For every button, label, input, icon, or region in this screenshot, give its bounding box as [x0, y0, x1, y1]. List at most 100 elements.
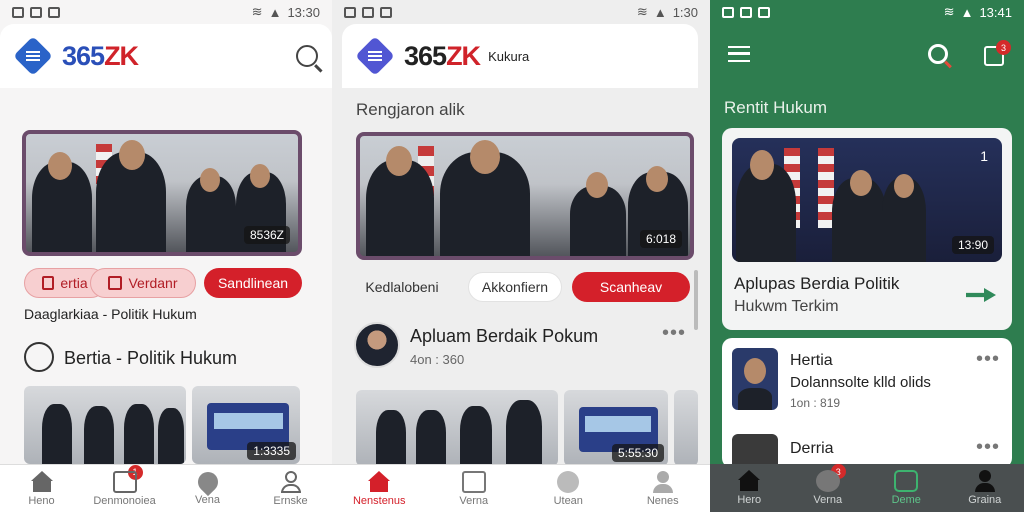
- hero-badge: 8536Z: [243, 226, 290, 244]
- signal-icon: ▲: [268, 4, 282, 20]
- notification-badge: 3: [996, 40, 1011, 55]
- logo-suffix: Kukura: [488, 48, 530, 64]
- app-header: 365ZK: [0, 24, 332, 88]
- tab-button[interactable]: Verdanr: [90, 268, 196, 298]
- person-icon: [651, 470, 675, 493]
- gallery-icon: [380, 6, 392, 18]
- more-options-icon[interactable]: •••: [976, 436, 1000, 459]
- signal-icon: ▲: [960, 4, 974, 20]
- status-bar: ≋ ▲ 1:30: [332, 0, 710, 24]
- more-options-icon[interactable]: •••: [976, 348, 1000, 371]
- tab-latest[interactable]: Kedlalobeni: [352, 272, 452, 302]
- item-subtitle: Dolannsolte klld olids: [790, 374, 931, 391]
- nav-inbox[interactable]: Verna: [438, 470, 510, 507]
- news-thumbnail[interactable]: [674, 390, 698, 466]
- person-icon: [973, 470, 997, 492]
- person-icon: [279, 470, 303, 493]
- home-icon: [737, 470, 761, 492]
- section-title: Bertia - Politik Hukum: [64, 348, 238, 368]
- screen-category: ≋ ▲ 13:41 3 Rentit Hukum 1 13:90 Aplupas B…: [710, 0, 1024, 512]
- action-button[interactable]: Sandlinean: [204, 268, 302, 298]
- nav-profile[interactable]: Ernske: [255, 470, 327, 507]
- wifi-icon: ≋: [943, 4, 955, 19]
- wifi-icon: ≋: [251, 4, 263, 19]
- item-title[interactable]: Hertia: [790, 352, 833, 370]
- hero-image[interactable]: 8536Z: [22, 130, 302, 256]
- news-thumbnail[interactable]: 1:3335: [192, 386, 300, 464]
- featured-card[interactable]: 1 13:90 Aplupas Berdia Politik Hukwm Ter…: [722, 128, 1012, 330]
- news-thumbnail[interactable]: [24, 386, 186, 464]
- app-header: 365ZK Kukura: [342, 24, 698, 88]
- logo-icon: [14, 37, 52, 75]
- thumbnail-badge: 5:55:30: [611, 444, 664, 462]
- nav-chat[interactable]: 3 Verna: [792, 464, 864, 506]
- arrow-right-icon[interactable]: [966, 288, 996, 302]
- news-list: Hertia Dolannsolte klld olids 1on : 819 …: [722, 338, 1012, 474]
- screen-home-1: ≋ ▲ 13:30 365ZK 8536Z ertia Verdanr Sandli…: [0, 0, 332, 512]
- nav-explore[interactable]: Deme: [870, 470, 942, 506]
- status-bar: ≋ ▲ 13:30: [0, 0, 332, 24]
- nav-profile[interactable]: Nenes: [627, 470, 699, 507]
- logo-icon: [356, 37, 394, 75]
- nav-home[interactable]: Nenstenus: [343, 470, 415, 507]
- item-meta: 1on : 819: [790, 396, 841, 410]
- section-title: Rengjaron alik: [356, 100, 465, 119]
- book-icon: [108, 276, 123, 290]
- menu-icon[interactable]: [728, 46, 750, 62]
- author-avatar[interactable]: [354, 322, 400, 368]
- nav-home[interactable]: Hero: [713, 470, 785, 506]
- chat-icon: [815, 470, 840, 492]
- music-icon: [557, 470, 580, 493]
- app-logo: 365ZK: [404, 40, 481, 71]
- headline-sub: Hukwm Terkim: [734, 298, 839, 315]
- gallery-icon: [362, 6, 374, 18]
- thumbnail-badge: 1:3335: [247, 442, 296, 460]
- tab-popular[interactable]: Akkonfiern: [468, 272, 562, 302]
- search-icon[interactable]: [928, 44, 952, 69]
- more-options-icon[interactable]: •••: [662, 322, 686, 345]
- nav-documents[interactable]: 1 Denmonoiea: [89, 464, 161, 507]
- status-time: 13:30: [287, 4, 320, 20]
- hero-image[interactable]: 1 13:90: [732, 138, 1002, 262]
- headline: Aplupas Berdia Politik: [734, 274, 900, 293]
- status-bar: ≋ ▲ 13:41: [710, 0, 1024, 24]
- gallery-icon: [30, 6, 42, 18]
- nav-music[interactable]: Utean: [532, 470, 604, 507]
- signal-icon: ▲: [653, 4, 667, 20]
- app-logo: 365ZK: [62, 40, 139, 71]
- compose-icon: [894, 470, 919, 492]
- gallery-icon: [758, 6, 770, 18]
- status-time: 13:41: [979, 4, 1012, 20]
- news-thumbnail[interactable]: [356, 390, 558, 466]
- search-icon[interactable]: [296, 45, 323, 72]
- hero-count: 1: [980, 148, 988, 164]
- news-thumbnail[interactable]: 5:55:30: [564, 390, 668, 466]
- scrollbar[interactable]: [694, 270, 698, 330]
- category-icon: [24, 342, 54, 372]
- document-icon: [42, 276, 55, 290]
- hero-badge: 13:90: [951, 236, 994, 254]
- image-icon: [12, 6, 24, 18]
- tab-active[interactable]: Scanheav: [572, 272, 690, 302]
- nav-location[interactable]: Vena: [172, 467, 244, 506]
- hero-image[interactable]: 6:018: [356, 132, 694, 260]
- home-icon: [30, 470, 54, 493]
- news-thumbnail[interactable]: [732, 348, 778, 410]
- bottom-nav: Heno 1 Denmonoiea Vena Ernske: [0, 464, 332, 512]
- image-icon: [722, 6, 734, 18]
- gallery-icon: [48, 6, 60, 18]
- nav-profile[interactable]: Graina: [949, 470, 1021, 506]
- inbox-icon: [461, 470, 486, 493]
- wifi-icon: ≋: [636, 4, 648, 19]
- hero-badge: 6:018: [639, 230, 682, 248]
- item-title[interactable]: Derria: [790, 440, 834, 458]
- gallery-icon: [740, 6, 752, 18]
- section-title: Rentit Hukum: [724, 98, 827, 117]
- article-title[interactable]: Apluam Berdaik Pokum: [410, 326, 598, 347]
- document-icon: [112, 470, 137, 493]
- home-icon: [367, 470, 391, 493]
- location-icon: [193, 467, 222, 496]
- nav-home[interactable]: Heno: [6, 470, 78, 507]
- image-icon: [344, 6, 356, 18]
- status-time: 1:30: [672, 4, 698, 20]
